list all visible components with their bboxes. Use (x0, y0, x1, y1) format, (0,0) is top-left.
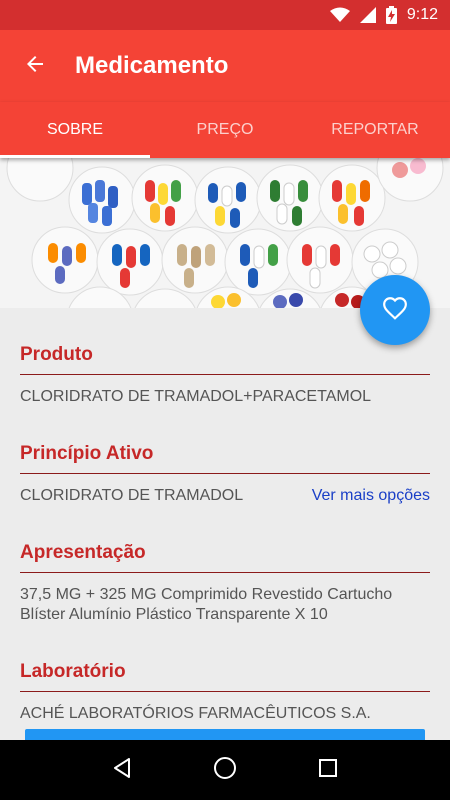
apresentacao-value: 37,5 MG + 325 MG Comprimido Revestido Ca… (20, 586, 393, 623)
recents-square-icon (318, 758, 338, 783)
tab-bar: SOBRE PREÇO REPORTAR (0, 102, 450, 158)
status-time: 9:12 (406, 6, 438, 23)
section-apresentacao: Apresentação 37,5 MG + 325 MG Comprimido… (20, 542, 430, 625)
battery-charging-icon (385, 6, 397, 24)
bottom-action-button[interactable] (25, 729, 425, 740)
apresentacao-heading: Apresentação (20, 542, 430, 573)
section-laboratorio: Laboratório ACHÉ LABORATÓRIOS FARMACÊUTI… (20, 661, 430, 724)
principio-ativo-value: CLORIDRATO DE TRAMADOL (20, 487, 244, 504)
laboratorio-heading: Laboratório (20, 661, 430, 692)
arrow-back-icon (23, 52, 47, 81)
home-circle-icon (213, 756, 237, 785)
details-content: Produto CLORIDRATO DE TRAMADOL+PARACETAM… (0, 308, 450, 740)
produto-value: CLORIDRATO DE TRAMADOL+PARACETAMOL (20, 388, 372, 405)
status-bar: 9:12 (0, 0, 450, 30)
nav-back-button[interactable] (102, 750, 142, 790)
nav-home-button[interactable] (205, 750, 245, 790)
app-bar: Medicamento (0, 30, 450, 102)
section-principio-ativo: Princípio Ativo CLORIDRATO DE TRAMADOL V… (20, 443, 430, 506)
back-button[interactable] (0, 30, 70, 102)
nav-recents-button[interactable] (308, 750, 348, 790)
tab-preco[interactable]: PREÇO (150, 102, 300, 158)
tab-reportar[interactable]: REPORTAR (300, 102, 450, 158)
signal-icon (359, 7, 376, 23)
produto-heading: Produto (20, 344, 430, 375)
back-triangle-icon (111, 757, 133, 784)
favorite-button[interactable] (360, 275, 430, 345)
page-title: Medicamento (75, 52, 229, 79)
principio-ativo-heading: Princípio Ativo (20, 443, 430, 474)
laboratorio-value: ACHÉ LABORATÓRIOS FARMACÊUTICOS S.A. (20, 705, 371, 722)
ver-mais-opcoes-link[interactable]: Ver mais opções (312, 486, 430, 506)
section-produto: Produto CLORIDRATO DE TRAMADOL+PARACETAM… (20, 344, 430, 407)
tab-sobre[interactable]: SOBRE (0, 102, 150, 158)
heart-outline-icon (382, 296, 408, 325)
wifi-icon (329, 7, 350, 23)
system-nav-bar (0, 740, 450, 800)
